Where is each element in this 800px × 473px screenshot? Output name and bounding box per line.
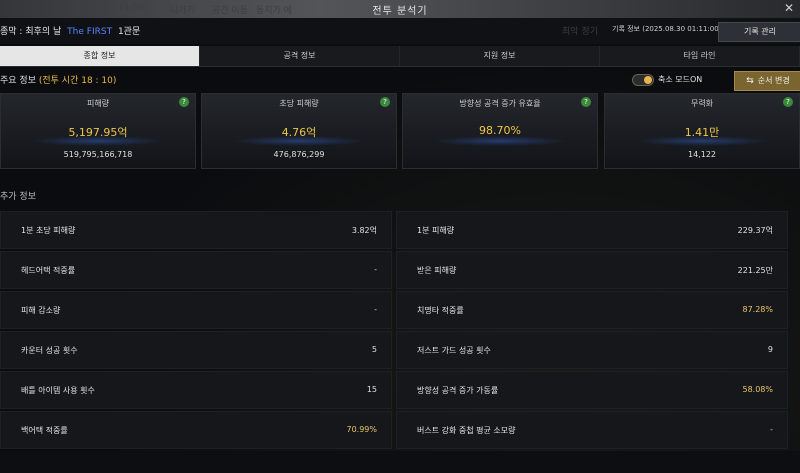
extra-cell: 1분 초당 피해량 3.82억: [0, 211, 392, 249]
extra-cell: 피해 감소량 -: [0, 291, 392, 329]
stat-label: 피해량: [86, 99, 110, 108]
order-change-label: 순서 변경: [757, 76, 790, 85]
stats-row: 피해량 ? 5,197.95억 519,795,166,718 초당 피해량 ?…: [0, 93, 800, 169]
record-info: 기록 정보 (2025.08.30 01:11:00): [612, 25, 722, 33]
extra-cell: 받은 피해량 221.25만: [396, 251, 788, 289]
stat-sub-value: 519,795,166,718: [63, 150, 133, 159]
extra-value: -: [374, 265, 377, 274]
stat-glow: [433, 136, 567, 146]
compact-mode-label: 축소 모드ON: [658, 75, 703, 84]
tab-support[interactable]: 지원 정보: [400, 46, 600, 66]
toggle-knob: [644, 76, 652, 84]
stat-card-dps: 초당 피해량 ? 4.76억 476,876,299: [201, 93, 397, 169]
extra-label: 방향성 공격 증가 가동률: [417, 386, 499, 395]
content-name: 종막 : 최후의 날: [0, 27, 62, 37]
tab-bar: 종합 정보 공격 정보 지원 정보 타임 라인: [0, 46, 800, 67]
extra-value: 87.28%: [742, 305, 773, 314]
swap-icon: ⇆: [746, 76, 754, 86]
stat-label: 초당 피해량: [279, 99, 319, 108]
extra-cell: 1분 피해량 229.37억: [396, 211, 788, 249]
extra-label: 카운터 성공 횟수: [21, 346, 78, 355]
extra-label: 헤드어택 적중률: [21, 266, 76, 275]
extra-label: 저스트 가드 성공 횟수: [417, 346, 491, 355]
help-icon[interactable]: ?: [380, 97, 390, 107]
extra-cell: 카운터 성공 횟수 5: [0, 331, 392, 369]
extra-value: 9: [767, 345, 773, 354]
stat-card-stagger: 무력화 ? 1.41만 14,122: [604, 93, 800, 169]
stat-card-directional: 방향성 공격 증가 유효율 ? 98.70%: [402, 93, 598, 169]
extra-label: 배틀 아이템 사용 횟수: [21, 386, 95, 395]
content-highlight: The FIRST: [67, 27, 113, 37]
stat-sub-value: 476,876,299: [273, 150, 325, 159]
record-manage-button[interactable]: 기록 관리: [718, 22, 800, 42]
extra-value: 58.08%: [742, 385, 773, 394]
stat-main-value: 5,197.95억: [68, 126, 128, 139]
extra-info-title: 추가 정보: [0, 192, 36, 202]
faded-header-label: 최악 정기: [562, 27, 598, 37]
extra-value: 15: [366, 385, 377, 394]
extra-info-grid: 1분 초당 피해량 3.82억 헤드어택 적중률 - 피해 감소량 - 카운터 …: [0, 211, 800, 451]
stat-sub-value: 14,122: [688, 150, 716, 159]
compact-mode-toggle[interactable]: [632, 74, 654, 86]
help-icon[interactable]: ?: [179, 97, 189, 107]
extra-value: -: [374, 305, 377, 314]
extra-cell: 방향성 공격 증가 가동률 58.08%: [396, 371, 788, 409]
section-title: 주요 정보 (전투 시간 18 : 10): [0, 73, 116, 86]
extra-label: 백어택 적중률: [21, 426, 68, 435]
extra-label: 버스트 강화 중첩 평균 소모량: [417, 426, 516, 435]
extra-cell: 저스트 가드 성공 횟수 9: [396, 331, 788, 369]
stat-main-value: 4.76억: [281, 126, 317, 139]
extra-label: 치명타 적중률: [417, 306, 464, 315]
extra-label: 1분 초당 피해량: [21, 226, 76, 235]
extra-cell: 헤드어택 적중률 -: [0, 251, 392, 289]
stat-label: 무력화: [690, 99, 714, 108]
stat-main-value: 1.41만: [684, 126, 720, 139]
extra-value: 5: [371, 345, 377, 354]
content-stage: 1관문: [117, 27, 141, 37]
stat-main-value: 98.70%: [479, 124, 521, 137]
extra-label: 받은 피해량: [417, 266, 457, 275]
tab-attack[interactable]: 공격 정보: [200, 46, 400, 66]
help-icon[interactable]: ?: [783, 97, 793, 107]
extra-cell: 버스트 강화 중첩 평균 소모량 -: [396, 411, 788, 449]
extra-cell: 배틀 아이템 사용 횟수 15: [0, 371, 392, 409]
close-button[interactable]: ✕: [782, 0, 796, 16]
stat-label: 방향성 공격 증가 유효율: [459, 99, 541, 108]
extra-value: 229.37억: [737, 226, 773, 235]
help-icon[interactable]: ?: [581, 97, 591, 107]
extra-label: 1분 피해량: [417, 226, 455, 235]
extra-cell: 치명타 적중률 87.28%: [396, 291, 788, 329]
extra-label: 피해 감소량: [21, 306, 61, 315]
extra-value: 221.25만: [737, 266, 773, 275]
extra-value: -: [770, 425, 773, 434]
content-title: 종막 : 최후의 날 The FIRST 1관문: [0, 24, 140, 37]
extra-value: 70.99%: [346, 425, 377, 434]
stat-card-damage: 피해량 ? 5,197.95억 519,795,166,718: [0, 93, 196, 169]
battle-time: (전투 시간 18 : 10): [38, 76, 117, 86]
section-title-label: 주요 정보: [0, 76, 36, 86]
extra-value: 3.82억: [351, 226, 377, 235]
tab-summary[interactable]: 종합 정보: [0, 46, 200, 66]
bottom-strip: [0, 451, 800, 473]
tab-timeline[interactable]: 타임 라인: [600, 46, 800, 66]
main-info-header: 주요 정보 (전투 시간 18 : 10) 축소 모드ON ⇆ 순서 변경: [0, 70, 800, 91]
extra-cell: 백어택 적중률 70.99%: [0, 411, 392, 449]
order-change-button[interactable]: ⇆ 순서 변경: [734, 71, 800, 91]
